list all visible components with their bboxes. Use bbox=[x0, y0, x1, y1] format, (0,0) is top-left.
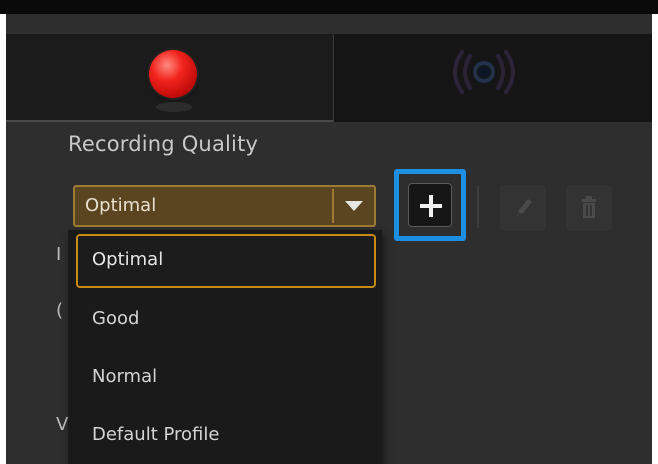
dropdown-option-normal[interactable]: Normal bbox=[68, 352, 382, 408]
quality-selected-value: Optimal bbox=[85, 195, 157, 216]
select-divider bbox=[332, 189, 334, 223]
trash-icon bbox=[582, 196, 596, 218]
obscured-label-3: V bbox=[56, 414, 69, 435]
tab-record[interactable] bbox=[6, 34, 333, 122]
dropdown-option-good[interactable]: Good bbox=[68, 294, 382, 350]
delete-profile-button[interactable] bbox=[566, 185, 612, 231]
recording-panel: Recording Quality Optimal I ( V Optimal bbox=[6, 14, 652, 464]
tab-broadcast[interactable] bbox=[333, 34, 652, 122]
record-dot-icon bbox=[149, 50, 197, 98]
pencil-icon bbox=[517, 199, 532, 216]
window-top-bar bbox=[0, 0, 658, 14]
quality-profile-select[interactable]: Optimal bbox=[73, 185, 376, 227]
mode-tabs bbox=[6, 34, 652, 122]
add-profile-button[interactable] bbox=[394, 169, 466, 241]
quality-dropdown-list: Optimal Good Normal Default Profile bbox=[68, 230, 382, 464]
recording-quality-label: Recording Quality bbox=[68, 132, 259, 156]
plus-icon bbox=[408, 183, 452, 227]
obscured-label-1: I bbox=[56, 244, 62, 265]
broadcast-icon bbox=[453, 50, 515, 94]
edit-profile-button[interactable] bbox=[500, 185, 546, 231]
dropdown-option-default-profile[interactable]: Default Profile bbox=[68, 410, 382, 464]
dropdown-option-optimal[interactable]: Optimal bbox=[76, 234, 376, 288]
toolbar-separator bbox=[477, 186, 479, 228]
chevron-down-icon[interactable] bbox=[345, 201, 363, 211]
record-dot-reflection bbox=[156, 102, 192, 112]
obscured-label-2: ( bbox=[56, 300, 64, 321]
